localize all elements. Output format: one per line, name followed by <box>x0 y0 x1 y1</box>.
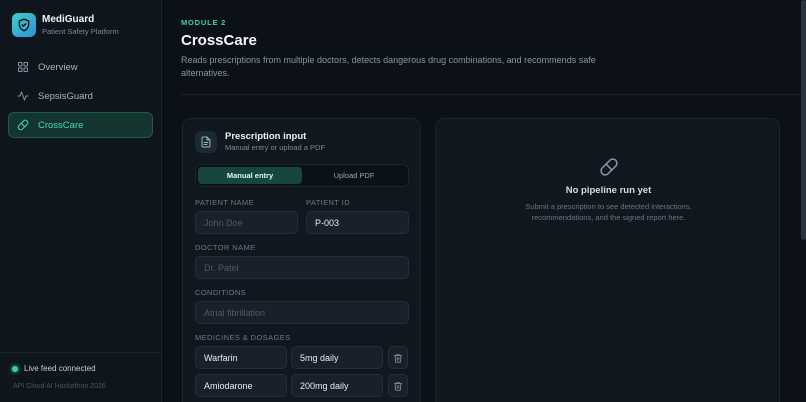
status-dot-icon <box>12 365 18 372</box>
medicine-dosage-input[interactable]: 5mg daily <box>291 346 383 369</box>
divider <box>181 94 802 95</box>
empty-state-title: No pipeline run yet <box>565 185 652 196</box>
remove-medicine-button[interactable] <box>388 374 408 397</box>
patient-id-label: PATIENT ID <box>306 198 351 207</box>
sidebar: MediGuard Patient Safety Platform Overvi… <box>0 0 162 402</box>
pill-icon <box>436 157 781 177</box>
sidebar-footer: Live feed connected API Cloud AI Hackath… <box>0 352 162 402</box>
page-title: CrossCare <box>181 32 257 49</box>
brand-name: MediGuard <box>42 13 95 25</box>
medicine-name-input[interactable]: Amiodarone <box>195 374 287 397</box>
medicines-label: MEDICINES & DOSAGES <box>195 333 291 342</box>
grid-icon <box>17 61 29 73</box>
trash-icon <box>393 381 403 391</box>
document-icon <box>195 131 217 153</box>
patient-name-input[interactable]: John Doe <box>195 211 298 234</box>
sidebar-item-label: Overview <box>38 61 78 73</box>
scrollbar[interactable] <box>801 0 806 240</box>
trash-icon <box>393 353 403 363</box>
activity-icon <box>17 90 29 102</box>
prescription-input-card: Prescription input Manual entry or uploa… <box>182 118 421 402</box>
pipeline-result-card: No pipeline run yet Submit a prescriptio… <box>435 118 780 402</box>
sidebar-item-overview[interactable]: Overview <box>8 54 153 80</box>
live-status-text: Live feed connected <box>24 364 96 373</box>
medicine-dosage-input[interactable]: 200mg daily <box>291 374 383 397</box>
tab-upload-pdf[interactable]: Upload PDF <box>302 167 406 184</box>
patient-id-input[interactable]: P-003 <box>306 211 409 234</box>
shield-icon <box>12 13 36 37</box>
card-subtitle: Manual entry or upload a PDF <box>225 143 326 152</box>
sidebar-nav: Overview SepsisGuard CrossCare <box>8 54 153 141</box>
empty-state: No pipeline run yet Submit a prescriptio… <box>436 157 781 223</box>
live-status: Live feed connected <box>12 364 96 373</box>
card-header: Prescription input Manual entry or uploa… <box>195 131 325 153</box>
card-title: Prescription input <box>225 131 307 142</box>
brand-subtitle: Patient Safety Platform <box>42 26 119 36</box>
pill-icon <box>17 119 29 131</box>
conditions-label: CONDITIONS <box>195 288 247 297</box>
doctor-name-input[interactable]: Dr. Patel <box>195 256 409 279</box>
page-description: Reads prescriptions from multiple doctor… <box>181 55 596 78</box>
sidebar-item-label: SepsisGuard <box>38 90 93 102</box>
sidebar-item-sepsisguard[interactable]: SepsisGuard <box>8 83 153 109</box>
patient-name-label: PATIENT NAME <box>195 198 254 207</box>
medicine-name-input[interactable]: Warfarin <box>195 346 287 369</box>
event-label: API Cloud AI Hackathon 2026 <box>13 383 106 390</box>
empty-state-description: Submit a prescription to see detected in… <box>525 202 692 222</box>
conditions-input[interactable]: Atrial fibrillation <box>195 301 409 324</box>
input-mode-toggle: Manual entry Upload PDF <box>195 164 409 187</box>
module-tag: MODULE 2 <box>181 18 227 27</box>
sidebar-item-crosscare[interactable]: CrossCare <box>8 112 153 138</box>
sidebar-item-label: CrossCare <box>38 119 84 131</box>
tab-manual-entry[interactable]: Manual entry <box>198 167 302 184</box>
doctor-name-label: DOCTOR NAME <box>195 243 256 252</box>
main-content: MODULE 2 CrossCare Reads prescriptions f… <box>162 0 806 402</box>
brand[interactable]: MediGuard Patient Safety Platform <box>12 13 119 37</box>
remove-medicine-button[interactable] <box>388 346 408 369</box>
